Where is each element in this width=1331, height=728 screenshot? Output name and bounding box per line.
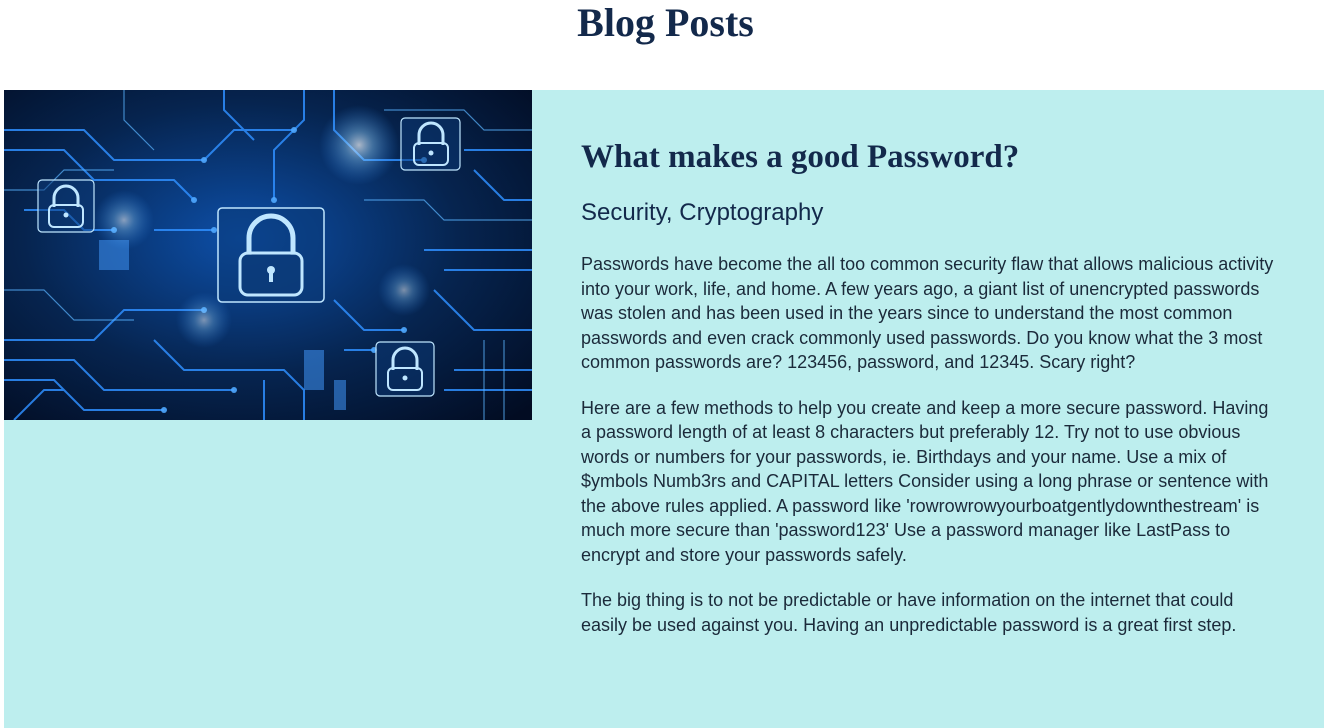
- post-title: What makes a good Password?: [581, 139, 1020, 175]
- blog-post-card: What makes a good Password? Security, Cr…: [4, 90, 1324, 728]
- post-paragraph-intro: Passwords have become the all too common…: [581, 254, 1274, 372]
- page-title: Blog Posts: [577, 0, 754, 45]
- post-paragraph-conclusion: The big thing is to not be predictable o…: [581, 590, 1237, 635]
- post-paragraph-methods: Here are a few methods to help you creat…: [581, 397, 1269, 565]
- post-categories: Security, Cryptography: [581, 199, 824, 226]
- post-image: [4, 90, 532, 420]
- post-content: What makes a good Password? Security, Cr…: [581, 136, 1301, 637]
